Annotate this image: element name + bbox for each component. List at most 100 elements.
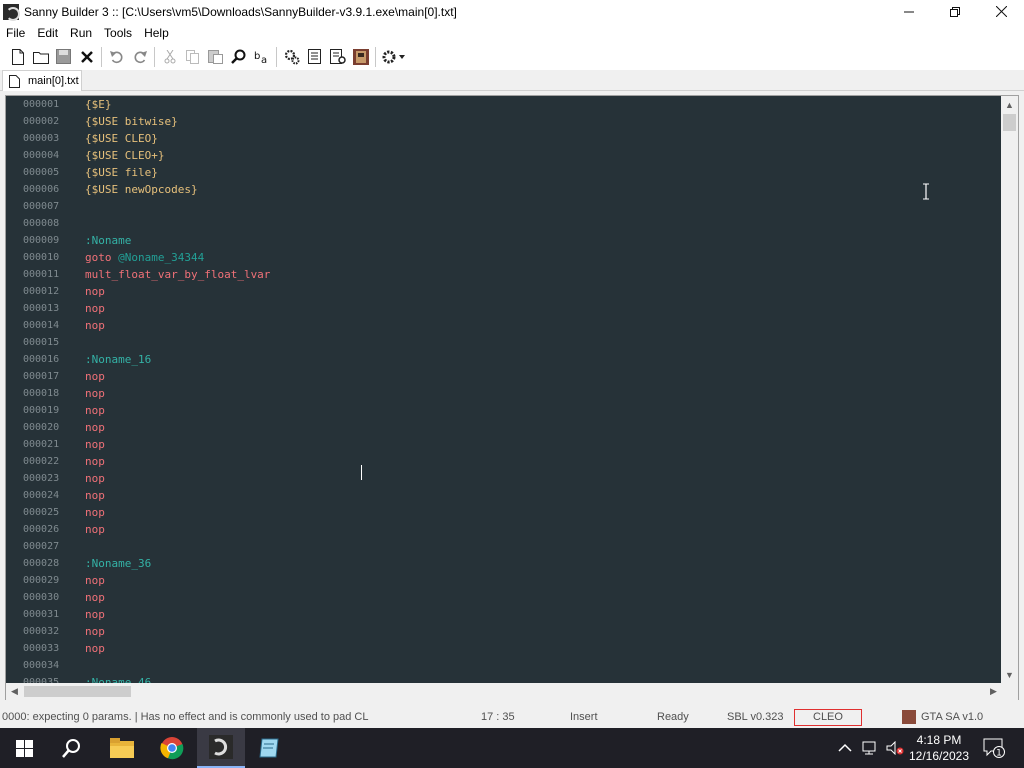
tab-main-txt[interactable]: main[0].txt (2, 70, 82, 91)
restore-icon (950, 6, 960, 17)
text-caret (361, 465, 362, 480)
code-line[interactable]: 000021 nop (6, 436, 1002, 453)
menu-run[interactable]: Run (64, 23, 98, 43)
close-file-button[interactable] (75, 45, 98, 68)
code-line[interactable]: 000005 {$USE file} (6, 164, 1002, 181)
paste-button[interactable] (204, 45, 227, 68)
code-line[interactable]: 000002 {$USE bitwise} (6, 113, 1002, 130)
code-line[interactable]: 000025 nop (6, 504, 1002, 521)
close-button[interactable] (978, 0, 1024, 23)
code-line[interactable]: 000022 nop (6, 453, 1002, 470)
compile-run-button[interactable] (326, 45, 349, 68)
code-text: nop (85, 387, 105, 400)
close-icon (995, 6, 1007, 17)
status-game-selector[interactable]: GTA SA v1.0 (902, 707, 983, 728)
toolbar-separator (375, 46, 376, 67)
code-line[interactable]: 000030 nop (6, 589, 1002, 606)
menu-tools[interactable]: Tools (98, 23, 138, 43)
scroll-left-button[interactable]: ◀ (6, 683, 23, 700)
settings-dropdown-button[interactable] (379, 45, 409, 68)
code-text: nop (85, 455, 105, 468)
minimize-button[interactable] (886, 0, 932, 23)
code-line[interactable]: 000001 {$E} (6, 96, 1002, 113)
status-edit-mode[interactable]: CLEO (794, 709, 862, 726)
code-editor[interactable]: 000001 {$E} 000002 {$USE bitwise} 000003 {$US… (6, 96, 1002, 683)
sanny-builder-app-icon[interactable] (3, 3, 20, 21)
taskbar-notepad[interactable] (246, 728, 294, 768)
menu-file[interactable]: File (0, 23, 31, 43)
code-line[interactable]: 000027 (6, 538, 1002, 555)
open-file-button[interactable] (29, 45, 52, 68)
taskbar-clock[interactable]: 4:18 PM 12/16/2023 (903, 732, 975, 764)
new-file-button[interactable] (6, 45, 29, 68)
replace-button[interactable]: ba (250, 45, 273, 68)
code-line[interactable]: 000028:Noname_36 (6, 555, 1002, 572)
code-line[interactable]: 000007 (6, 198, 1002, 215)
copy-button[interactable] (181, 45, 204, 68)
notification-center-button[interactable]: 1 (983, 728, 1005, 768)
code-line[interactable]: 000017 nop (6, 368, 1002, 385)
code-line[interactable]: 000034 (6, 657, 1002, 674)
vertical-scroll-thumb[interactable] (1003, 114, 1016, 131)
taskbar-file-explorer[interactable] (98, 728, 146, 768)
search-button[interactable] (227, 45, 250, 68)
horizontal-scrollbar[interactable]: ◀ ▶ (6, 683, 1002, 700)
save-button[interactable] (52, 45, 75, 68)
chevron-up-icon[interactable] (838, 743, 852, 753)
chrome-icon (160, 737, 184, 760)
code-line[interactable]: 000018 nop (6, 385, 1002, 402)
code-line[interactable]: 000032 nop (6, 623, 1002, 640)
line-number: 000023 (23, 473, 60, 484)
taskbar-sanny-builder[interactable] (197, 728, 245, 768)
code-line[interactable]: 000008 (6, 215, 1002, 232)
code-line[interactable]: 000023 nop (6, 470, 1002, 487)
menu-edit[interactable]: Edit (31, 23, 64, 43)
code-line[interactable]: 000024 nop (6, 487, 1002, 504)
code-text: nop (85, 319, 105, 332)
vertical-scrollbar[interactable]: ▲ ▼ (1001, 96, 1018, 683)
title-bar[interactable]: Sanny Builder 3 :: [C:\Users\vm5\Downloa… (0, 0, 1024, 23)
scroll-up-button[interactable]: ▲ (1001, 96, 1018, 113)
code-line[interactable]: 000035:Noname_46 (6, 674, 1002, 683)
maximize-button[interactable] (932, 0, 978, 23)
status-game-label: GTA SA v1.0 (921, 711, 984, 723)
code-line[interactable]: 000010 goto @Noname_34344 (6, 249, 1002, 266)
code-line[interactable]: 000014 nop (6, 317, 1002, 334)
code-line[interactable]: 000004 {$USE CLEO+} (6, 147, 1002, 164)
code-line[interactable]: 000033 nop (6, 640, 1002, 657)
code-line[interactable]: 000031 nop (6, 606, 1002, 623)
cut-button[interactable] (158, 45, 181, 68)
code-line[interactable]: 000029 nop (6, 572, 1002, 589)
line-number: 000008 (23, 218, 60, 229)
start-button[interactable] (0, 728, 48, 768)
code-line[interactable]: 000003 {$USE CLEO} (6, 130, 1002, 147)
code-line[interactable]: 000015 (6, 334, 1002, 351)
taskbar-chrome[interactable] (148, 728, 196, 768)
network-icon[interactable] (862, 741, 878, 755)
undo-button[interactable] (105, 45, 128, 68)
code-line[interactable]: 000013 nop (6, 300, 1002, 317)
redo-button[interactable] (128, 45, 151, 68)
code-line[interactable]: 000019 nop (6, 402, 1002, 419)
code-line[interactable]: 000012 nop (6, 283, 1002, 300)
compile-button[interactable] (280, 45, 303, 68)
volume-muted-icon[interactable] (886, 741, 904, 755)
code-text: mult_float_var_by_float_lvar (85, 268, 271, 281)
code-text: nop (85, 574, 105, 587)
taskbar-search-button[interactable] (48, 728, 96, 768)
code-line[interactable]: 000006 {$USE newOpcodes} (6, 181, 1002, 198)
code-line[interactable]: 000011 mult_float_var_by_float_lvar (6, 266, 1002, 283)
code-line[interactable]: 000009:Noname (6, 232, 1002, 249)
game-button[interactable] (349, 45, 372, 68)
code-line[interactable]: 000016:Noname_16 (6, 351, 1002, 368)
status-insert-mode[interactable]: Insert (570, 707, 598, 728)
decompile-button[interactable] (303, 45, 326, 68)
scroll-down-button[interactable]: ▼ (1001, 666, 1018, 683)
scroll-right-button[interactable]: ▶ (985, 683, 1002, 700)
file-icon (9, 74, 20, 88)
horizontal-scroll-thumb[interactable] (24, 686, 131, 697)
code-line[interactable]: 000020 nop (6, 419, 1002, 436)
code-text: nop (85, 506, 105, 519)
code-line[interactable]: 000026 nop (6, 521, 1002, 538)
menu-help[interactable]: Help (138, 23, 175, 43)
